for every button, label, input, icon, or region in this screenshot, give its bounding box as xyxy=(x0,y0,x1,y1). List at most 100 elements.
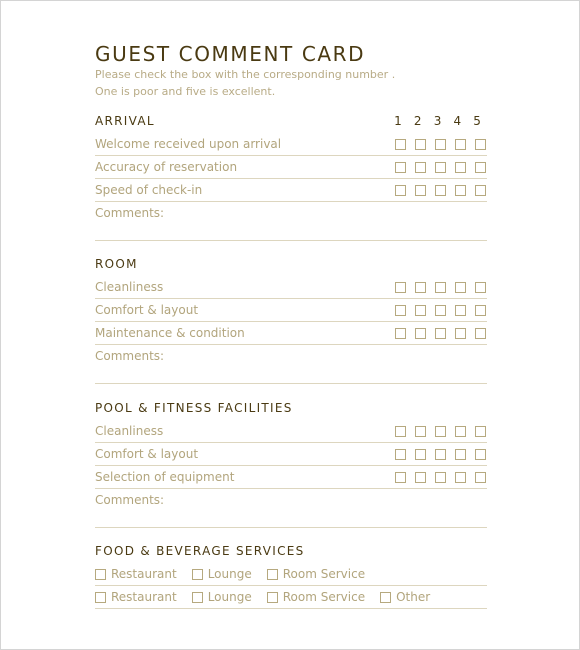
rating-checkbox-2[interactable] xyxy=(415,185,426,196)
rating-checkbox-2[interactable] xyxy=(415,472,426,483)
checkbox[interactable] xyxy=(191,591,203,603)
rating-checkbox-2[interactable] xyxy=(415,426,426,437)
rating-checkboxes xyxy=(395,282,487,293)
rating-checkbox-4[interactable] xyxy=(455,185,466,196)
rating-row: Selection of equipment xyxy=(95,466,487,489)
rating-checkbox-1[interactable] xyxy=(395,305,406,316)
rating-checkbox-3[interactable] xyxy=(435,282,446,293)
rating-checkboxes xyxy=(395,305,487,316)
comments-label: Comments: xyxy=(95,349,165,363)
rating-checkbox-3[interactable] xyxy=(435,328,446,339)
rating-item-label: Cleanliness xyxy=(95,280,164,294)
rating-item-label: Accuracy of reservation xyxy=(95,160,238,174)
rating-checkbox-2[interactable] xyxy=(415,305,426,316)
rating-checkbox-2[interactable] xyxy=(415,449,426,460)
rating-item-label: Cleanliness xyxy=(95,424,164,438)
rating-checkboxes xyxy=(395,162,487,173)
rating-item-label: Comfort & layout xyxy=(95,303,199,317)
checkbox[interactable] xyxy=(191,568,203,580)
rating-checkbox-5[interactable] xyxy=(475,162,486,173)
rating-item-label: Selection of equipment xyxy=(95,470,235,484)
rating-item-label: Speed of check-in xyxy=(95,183,203,197)
rating-checkbox-3[interactable] xyxy=(435,185,446,196)
rating-checkbox-2[interactable] xyxy=(415,282,426,293)
rating-checkbox-4[interactable] xyxy=(455,449,466,460)
instruction-line-1: Please check the box with the correspond… xyxy=(95,68,396,81)
rating-checkbox-5[interactable] xyxy=(475,426,486,437)
rating-checkbox-3[interactable] xyxy=(435,305,446,316)
comments-field[interactable]: Comments: xyxy=(95,202,487,241)
rating-checkbox-3[interactable] xyxy=(435,162,446,173)
comments-field[interactable]: Comments: xyxy=(95,345,487,384)
rating-checkbox-4[interactable] xyxy=(455,139,466,150)
rating-checkbox-2[interactable] xyxy=(415,162,426,173)
rating-checkbox-3[interactable] xyxy=(435,472,446,483)
option-lounge[interactable]: Lounge xyxy=(191,590,252,604)
rating-row: Accuracy of reservation xyxy=(95,156,487,179)
checkbox[interactable] xyxy=(95,591,106,603)
checkbox[interactable] xyxy=(380,591,392,603)
rating-checkbox-1[interactable] xyxy=(395,426,406,437)
card-title: GUEST COMMENT CARD xyxy=(95,42,366,66)
checkbox[interactable] xyxy=(266,568,278,580)
rating-checkbox-5[interactable] xyxy=(475,282,486,293)
rating-row: Cleanliness xyxy=(95,276,487,299)
rating-checkbox-5[interactable] xyxy=(475,328,486,339)
rating-row: Comfort & layout xyxy=(95,443,487,466)
rating-checkbox-1[interactable] xyxy=(395,162,406,173)
comment-card-page: GUEST COMMENT CARD Please check the box … xyxy=(0,0,580,650)
checkbox[interactable] xyxy=(266,591,278,603)
rating-checkbox-2[interactable] xyxy=(415,139,426,150)
rating-checkbox-4[interactable] xyxy=(455,472,466,483)
rating-checkbox-5[interactable] xyxy=(475,449,486,460)
option-restaurant[interactable]: Restaurant xyxy=(95,590,177,604)
rating-checkbox-1[interactable] xyxy=(395,185,406,196)
rating-checkboxes xyxy=(395,185,487,196)
rating-row: Cleanliness xyxy=(95,420,487,443)
rating-checkbox-3[interactable] xyxy=(435,426,446,437)
option-label: Restaurant xyxy=(111,567,177,581)
rating-checkboxes xyxy=(395,426,487,437)
comments-field[interactable]: Comments: xyxy=(95,489,487,528)
rating-checkbox-1[interactable] xyxy=(395,282,406,293)
option-room-service[interactable]: Room Service xyxy=(266,590,365,604)
rating-checkbox-5[interactable] xyxy=(475,472,486,483)
rating-checkbox-4[interactable] xyxy=(455,426,466,437)
option-room-service[interactable]: Room Service xyxy=(266,567,365,581)
option-label: Restaurant xyxy=(111,590,177,604)
rating-checkbox-3[interactable] xyxy=(435,449,446,460)
rating-item-label: Welcome received upon arrival xyxy=(95,137,282,151)
rating-checkbox-5[interactable] xyxy=(475,305,486,316)
rating-checkbox-4[interactable] xyxy=(455,282,466,293)
option-label: Lounge xyxy=(207,567,252,581)
rating-scale-header: 1 2 3 4 5 xyxy=(388,114,487,128)
rating-checkbox-4[interactable] xyxy=(455,305,466,316)
rating-checkbox-2[interactable] xyxy=(415,328,426,339)
section-title: ROOM xyxy=(95,257,138,271)
option-label: Other xyxy=(396,590,431,604)
rating-checkbox-4[interactable] xyxy=(455,162,466,173)
section-title: POOL & FITNESS FACILITIES xyxy=(95,401,293,415)
scale-label-1: 1 xyxy=(394,114,402,128)
option-other[interactable]: Other xyxy=(380,590,430,604)
rating-row: Comfort & layout xyxy=(95,299,487,322)
checkbox[interactable] xyxy=(95,568,106,580)
rating-checkbox-4[interactable] xyxy=(455,328,466,339)
service-options-row: Restaurant Lounge Room Service Other xyxy=(95,586,487,609)
rating-checkbox-5[interactable] xyxy=(475,185,486,196)
rating-checkboxes xyxy=(395,139,487,150)
scale-label-4: 4 xyxy=(453,114,462,128)
rating-checkbox-1[interactable] xyxy=(395,472,406,483)
rating-item-label: Maintenance & condition xyxy=(95,326,245,340)
option-lounge[interactable]: Lounge xyxy=(191,567,252,581)
rating-checkbox-3[interactable] xyxy=(435,139,446,150)
option-restaurant[interactable]: Restaurant xyxy=(95,567,177,581)
scale-label-3: 3 xyxy=(433,114,442,128)
rating-checkbox-1[interactable] xyxy=(395,328,406,339)
rating-checkbox-1[interactable] xyxy=(395,139,406,150)
instruction-line-2: One is poor and five is excellent. xyxy=(95,85,276,98)
rating-row: Welcome received upon arrival xyxy=(95,133,487,156)
rating-checkbox-1[interactable] xyxy=(395,449,406,460)
section-title: FOOD & BEVERAGE SERVICES xyxy=(95,544,305,558)
rating-checkbox-5[interactable] xyxy=(475,139,486,150)
